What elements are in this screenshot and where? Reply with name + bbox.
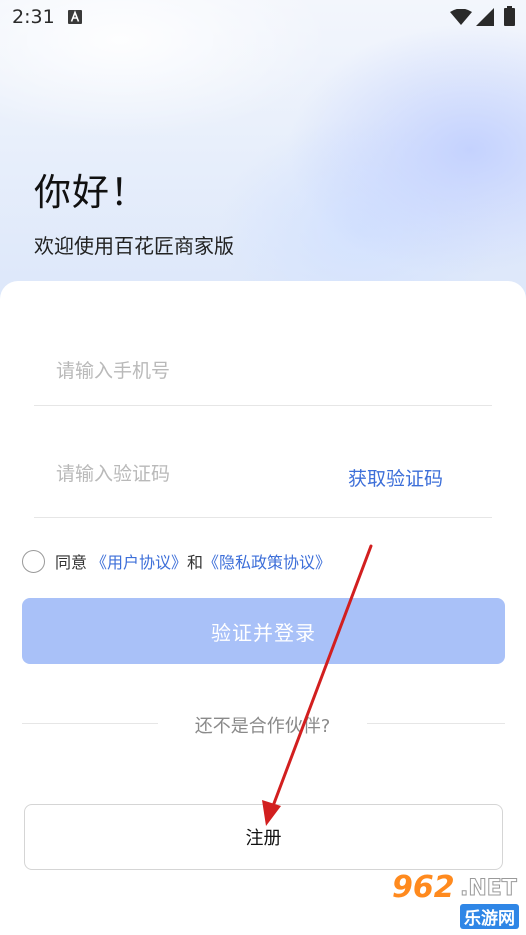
watermark-number: 962 (392, 870, 455, 905)
divider-right (367, 723, 505, 724)
signal-icon (476, 8, 494, 26)
phone-field (34, 337, 492, 406)
greeting-title: 你好！ (34, 171, 148, 214)
wifi-icon (450, 9, 472, 25)
user-agreement-link[interactable]: 《用户协议》 (91, 549, 187, 573)
and-text: 和 (187, 553, 204, 572)
privacy-policy-link[interactable]: 《隐私政策协议》 (203, 549, 331, 573)
agreement-row: 同意 《用户协议》 和 《隐私政策协议》 (22, 546, 331, 576)
watermark-site: 乐游网 (460, 904, 519, 929)
code-field: 获取验证码 (34, 442, 492, 518)
divider-left (22, 723, 158, 724)
phone-input[interactable] (56, 351, 316, 391)
verification-code-input[interactable] (56, 454, 316, 494)
get-code-button[interactable]: 获取验证码 (348, 464, 443, 491)
battery-icon (504, 6, 515, 26)
header-background (0, 0, 526, 320)
partner-prompt: 还不是合作伙伴? (194, 716, 331, 737)
agree-checkbox[interactable] (22, 549, 45, 573)
agree-prefix: 同意 (55, 553, 88, 572)
status-bar: 2:31 (0, 0, 526, 36)
watermark-net: .NET (460, 876, 518, 902)
register-button[interactable]: 注册 (24, 804, 503, 870)
status-time: 2:31 (12, 6, 55, 28)
welcome-subtitle: 欢迎使用百花匠商家版 (34, 234, 234, 258)
notification-a-icon (68, 10, 82, 24)
site-watermark-logo: 962 .NET 乐游网 (380, 868, 526, 930)
verify-login-button[interactable]: 验证并登录 (22, 598, 505, 664)
